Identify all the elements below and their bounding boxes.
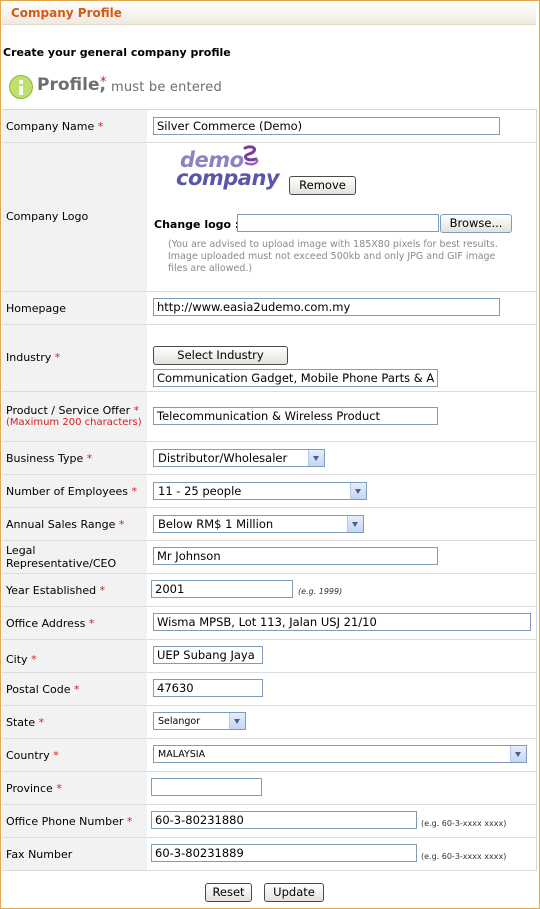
company-name-input[interactable]: Silver Commerce (Demo) [153,117,500,135]
office-phone-input[interactable]: 60-3-80231880 [151,811,417,829]
sales-range-select[interactable]: Below RM$ 1 Million [153,515,364,533]
logo-file-input[interactable] [237,214,439,232]
row-fax-label: Fax Number [2,838,146,871]
industry-input[interactable]: Communication Gadget, Mobile Phone Parts… [153,369,438,387]
required-text: must be entered [111,80,222,95]
homepage-input[interactable]: http://www.easia2udemo.com.my [153,298,500,316]
province-input[interactable] [151,778,262,796]
chevron-down-icon [510,746,526,762]
province-label: Province [6,782,53,795]
required-star: * [38,716,45,729]
required-star: * [56,782,62,795]
employees-label: Number of Employees [6,485,128,498]
office-address-input[interactable]: Wisma MPSB, Lot 113, Jalan USJ 21/10 [153,613,531,631]
required-star: * [100,75,107,90]
browse-button[interactable]: Browse... [440,214,512,233]
company-logo-label: Company Logo [6,210,89,223]
phone-hint: (e.g. 60-3-xxxx xxxx) [421,819,507,828]
year-hint: (e.g. 1999) [298,587,343,596]
postal-code-input[interactable]: 47630 [153,679,263,697]
page-title: Company Profile [11,6,122,20]
row-legal-rep-label: Legal Representative/CEO [2,541,146,574]
city-label: City [6,653,28,666]
employees-value: 11 - 25 people [158,484,242,498]
row-company-logo-label: Company Logo [2,143,146,292]
reset-button[interactable]: Reset [205,883,252,902]
product-offer-note: (Maximum 200 characters) [6,417,142,428]
year-established-input[interactable]: 2001 [151,580,293,598]
row-product-offer-label: Product / Service Offer * (Maximum 200 c… [2,392,146,442]
chevron-down-icon [308,450,324,466]
required-star: * [88,617,95,630]
country-select[interactable]: MALAYSIA [153,745,527,763]
row-company-name-label: Company Name * [2,110,146,143]
row-province-label: Province * [2,772,146,805]
row-industry-label: Industry * [2,325,146,392]
row-phone-label: Office Phone Number * [2,805,146,838]
update-button[interactable]: Update [264,883,324,902]
row-state-label: State * [2,706,146,739]
state-label: State [6,716,36,729]
office-phone-label: Office Phone Number [6,815,124,828]
homepage-label: Homepage [6,302,66,315]
required-star: * [133,404,140,417]
chevron-down-icon [350,483,366,499]
sales-range-value: Below RM$ 1 Million [158,517,274,531]
row-sales-range-label: Annual Sales Range * [2,508,146,541]
employees-select[interactable]: 11 - 25 people [153,482,367,500]
panel-header: Company Profile [2,2,536,25]
page-subtitle: Create your general company profile [3,46,231,59]
required-star: * [118,518,125,531]
profile-heading: Profile, [37,75,106,95]
row-address-label: Office Address * [2,607,146,640]
required-star: * [126,815,133,828]
required-star: * [86,452,93,465]
year-established-label: Year Established [6,584,97,597]
info-icon [9,75,33,99]
chevron-down-icon [229,713,245,729]
state-value: Selangor [158,716,201,727]
change-logo-label: Change logo : [154,218,240,231]
remove-logo-button[interactable]: Remove [289,176,356,195]
fax-hint: (e.g. 60-3-xxxx xxxx) [421,852,507,861]
row-country-label: Country * [2,739,146,772]
row-employees-label: Number of Employees * [2,475,146,508]
sales-range-label: Annual Sales Range [6,518,116,531]
required-star: * [31,653,37,666]
city-input[interactable]: UEP Subang Jaya [153,646,263,664]
country-label: Country [6,749,50,762]
legal-rep-input[interactable]: Mr Johnson [153,547,438,565]
state-select[interactable]: Selangor [153,712,246,730]
chevron-down-icon [347,516,363,532]
required-star: * [131,485,138,498]
country-value: MALAYSIA [158,749,206,760]
required-star: * [53,749,59,762]
required-star: * [97,120,104,133]
fax-label: Fax Number [6,848,73,861]
product-offer-label: Product / Service Offer [6,404,131,417]
row-postal-label: Postal Code * [2,673,146,706]
postal-code-label: Postal Code [6,683,71,696]
logo-upload-advice: (You are advised to upload image with 18… [168,239,498,274]
row-homepage-label: Homepage [2,292,146,325]
company-logo-image-line2: company [176,166,280,190]
row-city-label: City * [2,640,146,673]
required-star: * [99,584,106,597]
office-address-label: Office Address [6,617,86,630]
row-business-type-label: Business Type * [2,442,146,475]
row-year-label: Year Established * [2,574,146,607]
industry-label: Industry [6,351,52,364]
business-type-label: Business Type [6,452,84,465]
select-industry-button[interactable]: Select Industry [153,346,288,365]
required-star: * [54,351,61,364]
company-name-label: Company Name [6,120,95,133]
legal-rep-label-line2: Representative/CEO [6,557,117,570]
logo-swoosh-icon [243,145,259,166]
product-offer-input[interactable]: Telecommunication & Wireless Product [153,407,438,425]
business-type-select[interactable]: Distributor/Wholesaler [153,449,325,467]
business-type-value: Distributor/Wholesaler [158,451,288,465]
legal-rep-label: Legal [6,544,36,557]
required-star: * [73,683,80,696]
fax-input[interactable]: 60-3-80231889 [151,844,417,862]
